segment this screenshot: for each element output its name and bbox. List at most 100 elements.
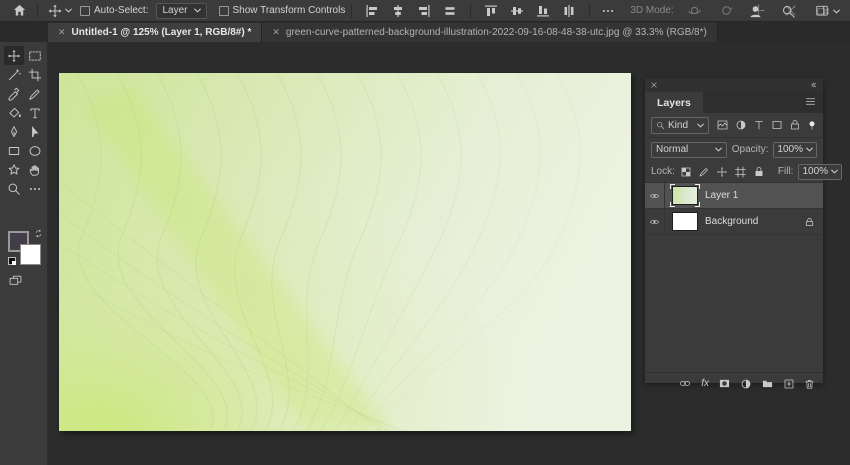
layer-thumbnail[interactable] — [672, 186, 698, 205]
layer-thumbnail[interactable] — [672, 212, 698, 231]
lock-image-pixels-icon[interactable] — [698, 166, 710, 178]
align-bottom-edges-icon[interactable] — [533, 0, 553, 21]
new-group-icon[interactable] — [761, 378, 774, 389]
panel-close-icon[interactable] — [650, 81, 658, 89]
roll-3d-icon — [715, 0, 738, 21]
color-swatches — [8, 231, 42, 267]
align-vertical-centers-icon[interactable] — [507, 0, 527, 21]
opacity-input[interactable]: 100% — [773, 142, 817, 158]
eyedropper-tool[interactable] — [4, 84, 24, 103]
zoom-tool[interactable] — [4, 179, 24, 198]
filter-adjustment-layers-icon[interactable] — [735, 119, 747, 131]
home-icon[interactable] — [8, 0, 31, 21]
screen-mode-icon[interactable] — [8, 274, 23, 287]
align-horizontal-centers-icon[interactable] — [388, 0, 408, 21]
document-tab-bar: ✕ Untitled-1 @ 125% (Layer 1, RGB/8#) * … — [0, 23, 850, 42]
magic-wand-tool[interactable] — [4, 65, 24, 84]
filter-shape-layers-icon[interactable] — [771, 119, 783, 131]
mode-3d-label: 3D Mode: — [630, 5, 673, 16]
orbit-3d-icon — [683, 0, 706, 21]
account-icon[interactable] — [744, 0, 767, 22]
fill-value: 100% — [802, 166, 828, 177]
layer-name[interactable]: Background — [705, 216, 797, 227]
fill-label: Fill: — [778, 166, 794, 177]
background-color-swatch[interactable] — [20, 244, 41, 265]
rectangle-tool[interactable] — [4, 141, 24, 160]
filter-kind-value: Kind — [668, 120, 694, 131]
layer-visibility-toggle[interactable] — [645, 209, 665, 234]
swap-colors-icon[interactable] — [34, 229, 43, 238]
new-layer-icon[interactable] — [783, 378, 795, 390]
blend-mode-dropdown[interactable]: Normal — [651, 142, 727, 158]
brush-tool[interactable] — [25, 84, 45, 103]
panel-collapse-icon[interactable] — [808, 81, 818, 89]
move-tool-preset-icon[interactable] — [44, 0, 76, 21]
filter-kind-dropdown[interactable]: Kind — [651, 117, 709, 134]
ellipse-tool[interactable] — [25, 141, 45, 160]
distribute-vertical-centers-icon[interactable] — [440, 0, 460, 21]
align-right-edges-icon[interactable] — [414, 0, 434, 21]
lock-position-icon[interactable] — [716, 166, 728, 178]
custom-shape-tool[interactable] — [4, 160, 24, 179]
photoshop-window: Auto-Select: Layer Show Transform Contro… — [0, 0, 850, 465]
layer-name[interactable]: Layer 1 — [705, 190, 823, 201]
show-transform-label: Show Transform Controls — [233, 5, 346, 16]
lock-label: Lock: — [651, 166, 675, 177]
document-tab-label: green-curve-patterned-background-illustr… — [286, 27, 707, 38]
layers-tab[interactable]: Layers — [645, 92, 703, 113]
more-options-icon[interactable] — [596, 0, 620, 21]
hand-tool[interactable] — [25, 160, 45, 179]
lock-artboard-icon[interactable] — [734, 166, 747, 178]
delete-layer-icon[interactable] — [804, 378, 815, 390]
document-tab-label: Untitled-1 @ 125% (Layer 1, RGB/8#) * — [72, 27, 252, 38]
auto-select-dropdown[interactable]: Layer — [156, 3, 206, 19]
divider — [351, 4, 352, 18]
edit-toolbar-icon[interactable] — [25, 179, 45, 198]
filter-type-layers-icon[interactable] — [753, 119, 765, 131]
path-selection-tool[interactable] — [25, 122, 45, 141]
search-icon[interactable] — [777, 0, 800, 22]
layer-row-layer1[interactable]: Layer 1 — [645, 183, 823, 209]
green-curve-artwork — [59, 73, 631, 431]
opacity-label: Opacity: — [732, 144, 769, 155]
add-mask-icon[interactable] — [718, 378, 731, 389]
layer-style-fx-button[interactable]: fx — [701, 378, 709, 389]
filter-toggle-pin[interactable] — [807, 119, 817, 132]
adjustment-layer-icon[interactable] — [740, 378, 752, 390]
layers-list-empty-area — [645, 235, 823, 372]
background-lock-icon[interactable] — [804, 216, 815, 228]
workspace-switcher-icon[interactable] — [810, 0, 844, 22]
fill-input[interactable]: 100% — [798, 164, 842, 180]
move-tool[interactable] — [4, 46, 24, 65]
options-bar: Auto-Select: Layer Show Transform Contro… — [0, 0, 850, 22]
panel-menu-icon[interactable] — [804, 96, 817, 107]
type-tool[interactable] — [25, 103, 45, 122]
crop-tool[interactable] — [25, 65, 45, 84]
close-tab-icon[interactable]: ✕ — [58, 27, 66, 38]
layer-visibility-toggle[interactable] — [645, 183, 665, 208]
align-top-edges-icon[interactable] — [481, 0, 501, 21]
paint-bucket-tool[interactable] — [4, 103, 24, 122]
show-transform-checkbox[interactable] — [219, 6, 229, 16]
distribute-horizontal-centers-icon[interactable] — [559, 0, 579, 21]
blend-mode-value: Normal — [656, 144, 688, 155]
lock-all-icon[interactable] — [753, 166, 765, 178]
search-icon — [656, 121, 665, 130]
layer-row-background[interactable]: Background — [645, 209, 823, 235]
rectangular-marquee-tool[interactable] — [25, 46, 45, 65]
divider — [470, 4, 471, 18]
auto-select-checkbox[interactable] — [80, 6, 90, 16]
align-left-edges-icon[interactable] — [362, 0, 382, 21]
filter-pixel-layers-icon[interactable] — [716, 119, 729, 131]
layers-panel-bottom-bar: fx — [645, 372, 823, 394]
document-tab-untitled[interactable]: ✕ Untitled-1 @ 125% (Layer 1, RGB/8#) * — [48, 23, 262, 42]
link-layers-icon[interactable] — [678, 378, 692, 389]
filter-smart-objects-icon[interactable] — [789, 119, 801, 131]
pen-tool[interactable] — [4, 122, 24, 141]
eye-icon — [648, 191, 661, 201]
default-colors-icon[interactable] — [8, 257, 16, 265]
document-tab-green-curve[interactable]: ✕ green-curve-patterned-background-illus… — [262, 23, 717, 42]
close-tab-icon[interactable]: ✕ — [272, 27, 280, 38]
document-canvas[interactable] — [59, 73, 631, 431]
lock-transparent-pixels-icon[interactable] — [680, 166, 692, 178]
